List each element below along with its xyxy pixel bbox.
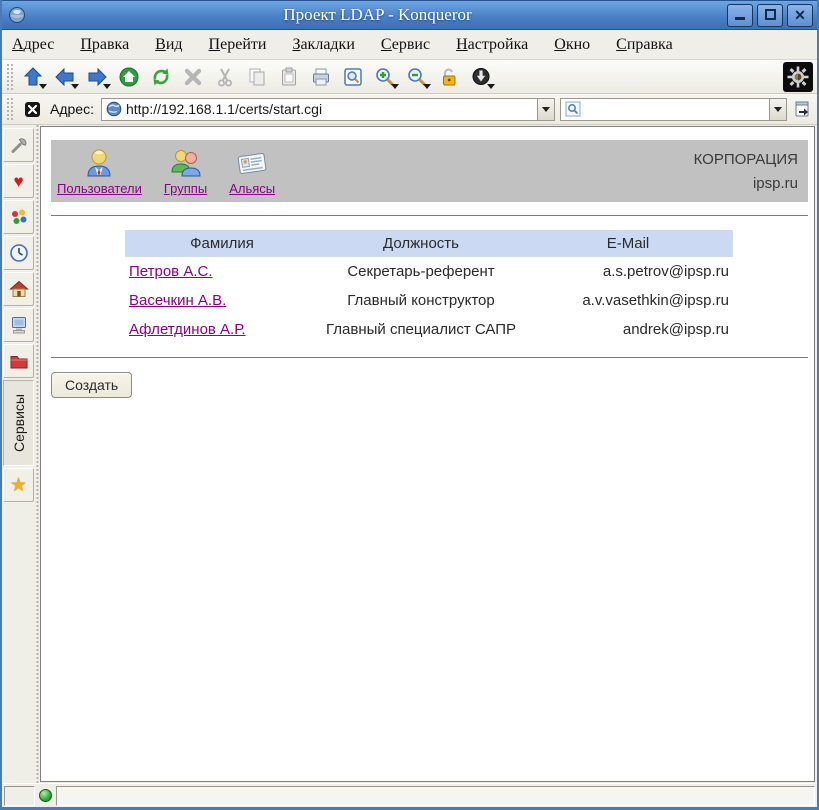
computer-icon[interactable] [3,308,34,342]
corporation-block: КОРПОРАЦИЯ ipsp.ru [694,146,800,196]
back-icon[interactable] [50,63,80,91]
services-dots-icon[interactable] [3,200,34,234]
url-dropdown-arrow[interactable] [537,99,554,120]
up-icon[interactable] [18,63,48,91]
table-row: Петров А.С. Секретарь-референт a.s.petro… [125,257,733,286]
star-icon[interactable]: ★ [3,468,34,502]
page-nav-header: Пользователи Группы Альясы КОРПОРАЦИЯ ip… [51,140,808,202]
menu-view[interactable]: Вид [155,36,182,54]
search-combobox[interactable] [560,98,787,121]
konqueror-window: Проект LDAP - Konqueror ✕ Адрес Правка В… [0,0,819,810]
home-folder-icon[interactable] [3,272,34,306]
person-link[interactable]: Васечкин А.В. [129,292,226,309]
browser-viewport: Пользователи Группы Альясы КОРПОРАЦИЯ ip… [40,126,815,782]
location-toolbar-grip[interactable] [6,97,13,121]
status-message-field [56,786,815,806]
person-link[interactable]: Афлетдинов А.Р. [129,321,246,338]
table-row: Афлетдинов А.Р. Главный специалист САПР … [125,315,733,344]
nav-link-users-label: Пользователи [57,181,142,196]
download-icon[interactable] [466,63,496,91]
menu-help[interactable]: Справка [616,36,673,54]
person-email: a.v.vasethkin@ipsp.ru [527,286,733,315]
minimize-button[interactable] [727,4,753,27]
person-position: Секретарь-референт [315,257,527,286]
statusbar [2,783,817,807]
corporation-title: КОРПОРАЦИЯ [694,148,798,172]
wrench-icon[interactable] [3,128,34,162]
nav-link-aliases-label: Альясы [229,181,275,196]
titlebar[interactable]: Проект LDAP - Konqueror ✕ [2,0,817,30]
corporation-domain: ipsp.ru [694,172,798,196]
search-icon [564,100,582,118]
nav-link-users[interactable]: Пользователи [57,146,142,196]
divider-bottom [51,357,808,358]
close-button[interactable]: ✕ [787,4,813,27]
person-position: Главный конструктор [315,286,527,315]
person-email: andrek@ipsp.ru [527,315,733,344]
main-toolbar [2,60,817,94]
id-card-icon [235,146,269,180]
konqueror-app-icon [6,4,28,26]
cut-icon [210,63,240,91]
konqueror-gear-icon[interactable] [783,62,813,92]
menu-tools[interactable]: Сервис [381,36,430,54]
zoom-out-icon[interactable] [402,63,432,91]
url-input[interactable] [123,101,537,117]
zoom-in-icon[interactable] [370,63,400,91]
menu-bookmarks[interactable]: Закладки [292,36,354,54]
menubar: Адрес Правка Вид Перейти Закладки Сервис… [2,30,817,60]
user-icon [82,146,116,180]
red-folder-icon[interactable] [3,344,34,378]
url-combobox[interactable] [101,98,555,121]
navigation-panel: ♥ Сервисы ★ [2,125,35,783]
menu-go[interactable]: Перейти [209,36,267,54]
menu-settings[interactable]: Настройка [456,36,528,54]
divider-top [51,215,808,216]
maximize-button[interactable] [757,4,783,27]
clock-icon[interactable] [3,236,34,270]
location-toolbar: Адрес: [2,94,817,125]
lock-open-icon[interactable] [434,63,464,91]
create-button[interactable]: Создать [51,372,132,398]
stop-icon [178,63,208,91]
clear-location-icon[interactable] [22,98,43,120]
table-header-row: Фамилия Должность E-Mail [125,230,733,257]
menu-edit[interactable]: Правка [80,36,129,54]
nav-link-groups-label: Группы [164,181,207,196]
menu-address[interactable]: Адрес [12,36,54,54]
main-area: ♥ Сервисы ★ Пользова [2,125,817,783]
heart-icon[interactable]: ♥ [3,164,34,198]
status-led-icon [39,789,52,802]
globe-icon [105,100,123,118]
copy-icon [242,63,272,91]
sidebar-tab-services[interactable]: Сервисы [3,380,34,466]
statusbar-corner-box [4,786,35,806]
home-icon[interactable] [114,63,144,91]
person-position: Главный специалист САПР [315,315,527,344]
find-icon[interactable] [338,63,368,91]
table-row: Васечкин А.В. Главный конструктор a.v.va… [125,286,733,315]
person-link[interactable]: Петров А.С. [129,263,213,280]
search-input[interactable] [582,101,769,117]
group-icon [169,146,203,180]
header-email: E-Mail [527,230,733,257]
nav-link-aliases[interactable]: Альясы [229,146,275,196]
header-position: Должность [315,230,527,257]
reload-icon[interactable] [146,63,176,91]
header-surname: Фамилия [125,230,315,257]
toolbar-grip[interactable] [6,63,13,90]
print-icon[interactable] [306,63,336,91]
search-dropdown-arrow[interactable] [769,99,786,120]
address-label: Адрес: [50,101,94,117]
nav-link-groups[interactable]: Группы [164,146,207,196]
forward-icon[interactable] [82,63,112,91]
menu-window[interactable]: Окно [554,36,590,54]
go-icon[interactable] [792,98,813,120]
person-email: a.s.petrov@ipsp.ru [527,257,733,286]
sidebar-tab-label: Сервисы [11,394,27,452]
people-table: Фамилия Должность E-Mail Петров А.С. Сек… [125,230,733,344]
window-title: Проект LDAP - Konqueror [28,5,727,25]
paste-icon [274,63,304,91]
